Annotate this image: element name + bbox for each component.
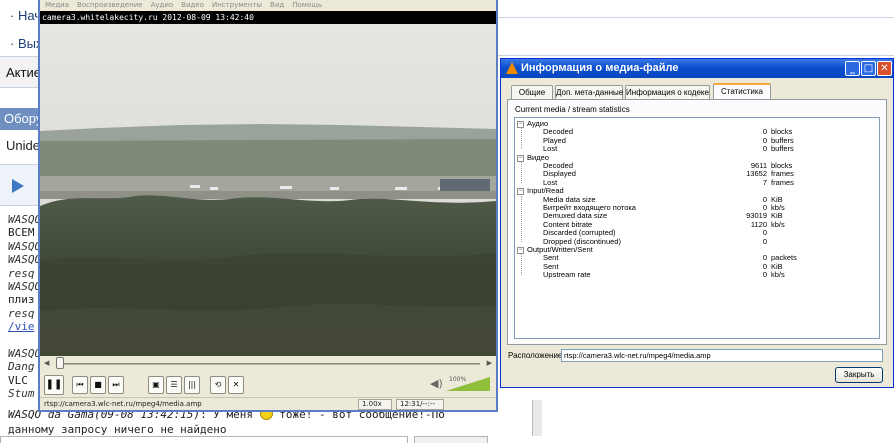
- playback-speed[interactable]: 1.00x: [358, 399, 392, 410]
- seek-back-arrow-icon[interactable]: ◀: [44, 359, 49, 367]
- seek-bar[interactable]: ◀ ▶: [40, 356, 496, 371]
- location-label: Расположение:: [508, 351, 565, 360]
- menu-item[interactable]: Медиа: [45, 1, 69, 9]
- stats-group-row[interactable]: − Output/Written/Sent: [515, 245, 879, 254]
- stats-item-value: 1120: [750, 219, 767, 229]
- stats-item-value: 0: [762, 261, 767, 271]
- menu-item[interactable]: Аудио: [151, 1, 174, 9]
- collapse-icon[interactable]: −: [517, 154, 524, 162]
- menu-item[interactable]: Видео: [181, 1, 204, 9]
- menu-item[interactable]: Вид: [270, 1, 284, 9]
- seek-thumb[interactable]: [56, 357, 64, 369]
- stats-item-value: 0: [762, 144, 767, 154]
- stats-item-value: 0: [762, 194, 767, 204]
- stats-item-value: 0: [762, 228, 767, 238]
- stats-item-row: Upstream rate 0 kb/s: [515, 270, 879, 280]
- stats-item-row: Sent 0 packets: [515, 253, 879, 263]
- chat-scrollbar[interactable]: [532, 400, 542, 436]
- vlc-statusbar: rtsp://camera3.wlc-net.ru/mpeg4/media.am…: [40, 397, 496, 410]
- video-frame: [40, 11, 496, 356]
- dialog-titlebar[interactable]: Информация о медиа-файле _ □ ✕: [501, 59, 893, 78]
- tree-guide-line: [521, 128, 522, 150]
- speaker-icon[interactable]: ◀): [430, 377, 443, 390]
- play-icon[interactable]: [12, 179, 24, 193]
- seek-track[interactable]: [58, 363, 480, 365]
- vlc-cone-icon: [506, 62, 518, 74]
- stats-item-row: Lost 7 frames: [515, 177, 879, 187]
- fullscreen-button[interactable]: ▣: [148, 376, 164, 394]
- vlc-player-window: Медиа Воспроизведение Аудио Видео Инструмент…: [38, 0, 498, 412]
- stats-item-row: Played 0 buffers: [515, 135, 879, 145]
- stop-button[interactable]: ■: [90, 376, 106, 394]
- stats-group-label: Output/Written/Sent: [527, 245, 593, 254]
- menu-item[interactable]: Воспроизведение: [77, 1, 143, 9]
- playback-controls: ❚❚ ⏮ ■ ⏭ ▣ ☰ ||| ⟲ ✕ ◀) 100%: [40, 371, 496, 397]
- stats-item-value: 0: [762, 127, 767, 137]
- tab-extra-metadata[interactable]: Доп. мета-данные: [555, 85, 623, 99]
- media-info-dialog: Информация о медиа-файле _ □ ✕ Общие Доп…: [500, 58, 894, 388]
- close-icon[interactable]: ✕: [877, 61, 892, 76]
- video-area[interactable]: camera3.whitelakecity.ru 2012-08-09 13:4…: [40, 11, 496, 356]
- pause-button[interactable]: ❚❚: [44, 375, 64, 395]
- chat-input[interactable]: [0, 436, 408, 443]
- vlc-menubar: Медиа Воспроизведение Аудио Видео Инструмент…: [40, 0, 496, 11]
- stats-item-row: Decoded 0 blocks: [515, 127, 879, 137]
- stats-heading: Current media / stream statistics: [515, 105, 630, 114]
- menu-item[interactable]: Инструменты: [212, 1, 262, 9]
- stats-item-row: Lost 0 buffers: [515, 144, 879, 154]
- collapse-icon[interactable]: −: [517, 188, 524, 196]
- volume-percent: 100%: [449, 376, 467, 383]
- tree-guide-line: [521, 162, 522, 183]
- stats-item-value: 13652: [746, 169, 767, 179]
- shuffle-button[interactable]: ✕: [228, 376, 244, 394]
- dialog-title: Информация о медиа-файле: [521, 62, 679, 74]
- stats-item-value: 0: [762, 135, 767, 145]
- seek-forward-arrow-icon[interactable]: ▶: [487, 359, 492, 367]
- playlist-button[interactable]: |||: [184, 376, 200, 394]
- menu-item[interactable]: Помощь: [292, 1, 322, 9]
- loop-button[interactable]: ⟲: [210, 376, 226, 394]
- stats-item-value: 0: [762, 270, 767, 280]
- status-url: rtsp://camera3.wlc-net.ru/mpeg4/media.am…: [44, 400, 202, 408]
- collapse-icon[interactable]: −: [517, 247, 524, 254]
- stats-item-value: 0: [762, 253, 767, 263]
- tree-guide-line: [521, 254, 522, 276]
- previous-button[interactable]: ⏮: [72, 376, 88, 394]
- location-field[interactable]: rtsp://camera3.wlc-net.ru/mpeg4/media.am…: [561, 349, 883, 362]
- stats-item-value: 7: [762, 177, 767, 187]
- stats-item-row: Displayed 13652 frames: [515, 169, 879, 179]
- extended-settings-button[interactable]: ☰: [166, 376, 182, 394]
- maximize-button[interactable]: □: [861, 61, 876, 76]
- tab-codec-info[interactable]: Информация о кодеке: [625, 85, 710, 99]
- playback-time[interactable]: 12:31/--:--: [396, 399, 444, 410]
- minimize-button[interactable]: _: [845, 61, 860, 76]
- collapse-icon[interactable]: −: [517, 121, 524, 128]
- video-osd-text: camera3.whitelakecity.ru 2012-08-09 13:4…: [40, 11, 496, 24]
- header-rule-right: [490, 20, 894, 56]
- next-button[interactable]: ⏭: [108, 376, 124, 394]
- statistics-panel: Current media / stream statistics − Аудио…: [507, 99, 887, 345]
- stats-item-label: Upstream rate: [543, 270, 591, 280]
- close-button[interactable]: Закрыть: [835, 367, 883, 383]
- stats-item-unit: kb/s: [771, 219, 785, 229]
- chat-text-line2: данному запросу ничего не найдено: [8, 423, 227, 436]
- stats-item-unit: buffers: [771, 144, 794, 154]
- stats-tree: − Аудио Decoded 0 blocks Played 0 buffers Lost 0 b…: [514, 117, 880, 339]
- stats-item-unit: frames: [771, 177, 794, 187]
- send-button[interactable]: [414, 436, 488, 443]
- tab-general[interactable]: Общие: [511, 85, 553, 99]
- stats-item-value: 0: [762, 236, 767, 246]
- tab-statistics[interactable]: Статистика: [713, 83, 771, 99]
- tree-guide-line: [521, 195, 522, 242]
- stats-item-unit: kb/s: [771, 270, 785, 280]
